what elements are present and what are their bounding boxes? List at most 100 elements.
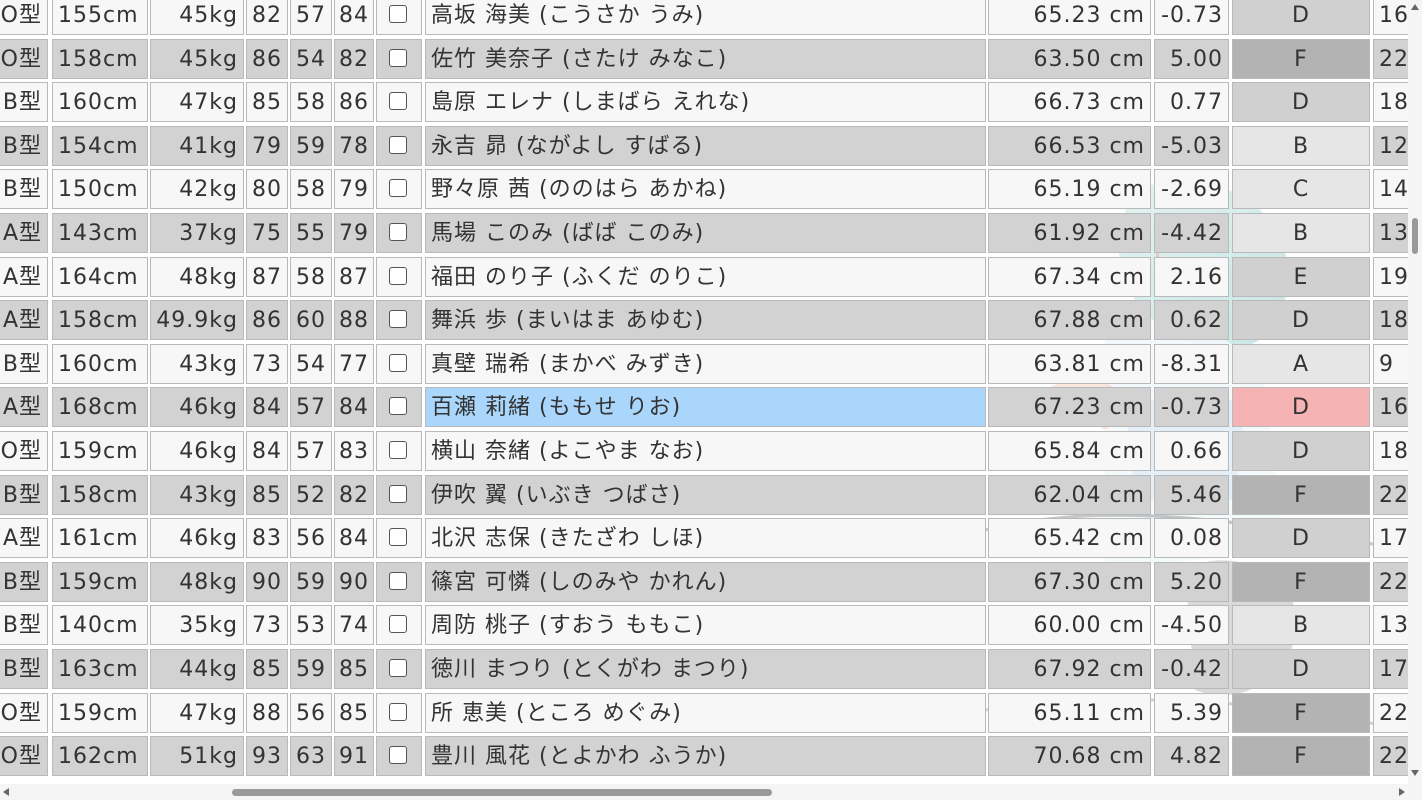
table-row[interactable]: A型 164cm 48kg 87 58 87 福田 のり子 (ふくだ のりこ) 67.34 c… <box>0 256 1408 301</box>
name-cell[interactable]: 馬場 このみ (ばば このみ) <box>425 213 986 253</box>
name-cell[interactable]: 野々原 茜 (ののはら あかね) <box>425 169 986 210</box>
checkbox-cell[interactable] <box>376 692 422 733</box>
horizontal-scroll-thumb[interactable] <box>232 789 772 796</box>
table-row[interactable]: A型 161cm 46kg 83 56 84 北沢 志保 (きたざわ しほ) 65.42 cm… <box>0 518 1408 562</box>
name-cell[interactable]: 島原 エレナ (しまばら えれな) <box>425 82 986 123</box>
scroll-up-arrow-icon[interactable] <box>1411 4 1419 10</box>
row-checkbox[interactable] <box>389 310 407 329</box>
table-row[interactable]: B型 160cm 43kg 73 54 77 真壁 瑞希 (まかべ みずき) 63.81 cm… <box>0 343 1408 388</box>
hip-cell: 87 <box>334 256 374 297</box>
table-row[interactable]: O型 159cm 46kg 84 57 83 横山 奈緒 (よこやま なお) 65.84 cm… <box>0 431 1408 475</box>
table-row[interactable]: A型 143cm 37kg 75 55 79 馬場 このみ (ばば このみ) 61.92 cm… <box>0 213 1408 257</box>
weight-cell: 43kg <box>150 474 244 515</box>
name-cell[interactable]: 北沢 志保 (きたざわ しほ) <box>425 518 986 559</box>
scroll-left-arrow-icon[interactable] <box>3 788 9 796</box>
name-cell[interactable]: 福田 のり子 (ふくだ のりこ) <box>425 256 986 297</box>
table-row[interactable]: O型 155cm 45kg 82 57 84 高坂 海美 (こうさか うみ) 65.23 cm… <box>0 0 1408 39</box>
row-checkbox[interactable] <box>389 179 407 198</box>
table-row[interactable]: B型 140cm 35kg 73 53 74 周防 桃子 (すおう ももこ) 60.00 cm… <box>0 605 1408 649</box>
name-cell[interactable]: 周防 桃子 (すおう ももこ) <box>425 605 986 646</box>
row-checkbox[interactable] <box>389 266 407 285</box>
horizontal-scrollbar[interactable] <box>0 784 1408 800</box>
extra-cell: 12 <box>1373 125 1408 166</box>
table-row[interactable]: A型 168cm 46kg 84 57 84 百瀬 莉緒 (ももせ りお) 67.23 cm -… <box>0 387 1408 431</box>
checkbox-cell[interactable] <box>376 0 422 35</box>
diff-cell: -0.73 <box>1154 0 1229 35</box>
height-cell: 163cm <box>52 649 148 689</box>
grade-cell: B <box>1232 213 1370 253</box>
bust-cell: 75 <box>246 213 288 253</box>
row-checkbox[interactable] <box>389 702 407 721</box>
weight-cell: 47kg <box>150 82 244 123</box>
checkbox-cell[interactable] <box>376 343 422 384</box>
bust-cell: 82 <box>246 0 288 35</box>
name-cell[interactable]: 舞浜 歩 (まいはま あゆむ) <box>425 300 986 341</box>
name-cell[interactable]: 永吉 昴 (ながよし すばる) <box>425 125 986 166</box>
vertical-scroll-thumb[interactable] <box>1412 218 1418 254</box>
row-checkbox[interactable] <box>389 441 407 459</box>
checkbox-cell[interactable] <box>376 300 422 341</box>
checkbox-cell[interactable] <box>376 605 422 646</box>
diff-cell: -0.73 <box>1154 387 1229 428</box>
name-cell[interactable]: 所 恵美 (ところ めぐみ) <box>425 692 986 733</box>
height-cell: 159cm <box>52 692 148 733</box>
name-cell[interactable]: 佐竹 美奈子 (さたけ みなこ) <box>425 38 986 79</box>
extra-cell: 22 <box>1373 561 1408 602</box>
measure-cell: 62.04 cm <box>988 474 1151 515</box>
table-row[interactable]: O型 158cm 45kg 86 54 82 佐竹 美奈子 (さたけ みなこ) 63.50 c… <box>0 38 1408 83</box>
grade-cell: B <box>1232 605 1370 646</box>
row-checkbox[interactable] <box>389 571 407 590</box>
checkbox-cell[interactable] <box>376 256 422 297</box>
vertical-scrollbar[interactable] <box>1408 0 1422 784</box>
row-checkbox[interactable] <box>389 353 407 372</box>
height-cell: 162cm <box>52 736 148 777</box>
row-checkbox[interactable] <box>389 615 407 634</box>
row-checkbox[interactable] <box>389 5 407 23</box>
table-row[interactable]: O型 162cm 51kg 93 63 91 豊川 風花 (とよかわ ふうか) 70.68 c… <box>0 736 1408 780</box>
table-row[interactable]: B型 163cm 44kg 85 59 85 徳川 まつり (とくがわ まつり) 67.92 … <box>0 649 1408 693</box>
checkbox-cell[interactable] <box>376 169 422 210</box>
blood-type-cell: B型 <box>0 82 48 123</box>
row-checkbox[interactable] <box>389 223 407 241</box>
row-checkbox[interactable] <box>389 397 407 416</box>
checkbox-cell[interactable] <box>376 125 422 166</box>
table-row[interactable]: B型 159cm 48kg 90 59 90 篠宮 可憐 (しのみや かれん) 67.30 c… <box>0 561 1408 606</box>
row-checkbox[interactable] <box>389 135 407 154</box>
name-cell[interactable]: 横山 奈緒 (よこやま なお) <box>425 431 986 471</box>
scroll-down-arrow-icon[interactable] <box>1411 770 1419 776</box>
name-cell[interactable]: 真壁 瑞希 (まかべ みずき) <box>425 343 986 384</box>
row-checkbox[interactable] <box>389 746 407 765</box>
name-cell[interactable]: 高坂 海美 (こうさか うみ) <box>425 0 986 35</box>
name-cell[interactable]: 徳川 まつり (とくがわ まつり) <box>425 649 986 689</box>
checkbox-cell[interactable] <box>376 474 422 515</box>
table-row[interactable]: A型 158cm 49.9kg 86 60 88 舞浜 歩 (まいはま あゆむ) 67.88 … <box>0 300 1408 344</box>
checkbox-cell[interactable] <box>376 387 422 428</box>
checkbox-cell[interactable] <box>376 561 422 602</box>
name-cell[interactable]: 篠宮 可憐 (しのみや かれん) <box>425 561 986 602</box>
row-checkbox[interactable] <box>389 659 407 677</box>
checkbox-cell[interactable] <box>376 213 422 253</box>
row-checkbox[interactable] <box>389 48 407 67</box>
blood-type-cell: O型 <box>0 431 48 471</box>
checkbox-cell[interactable] <box>376 431 422 471</box>
table-row[interactable]: B型 150cm 42kg 80 58 79 野々原 茜 (ののはら あかね) 65.19 c… <box>0 169 1408 213</box>
row-checkbox[interactable] <box>389 484 407 503</box>
blood-type-cell: B型 <box>0 649 48 689</box>
table-row[interactable]: O型 159cm 47kg 88 56 85 所 恵美 (ところ めぐみ) 65.11 cm 5… <box>0 692 1408 737</box>
checkbox-cell[interactable] <box>376 82 422 123</box>
checkbox-cell[interactable] <box>376 38 422 79</box>
checkbox-cell[interactable] <box>376 649 422 689</box>
row-checkbox[interactable] <box>389 528 407 547</box>
name-cell[interactable]: 伊吹 翼 (いぶき つばさ) <box>425 474 986 515</box>
checkbox-cell[interactable] <box>376 518 422 559</box>
table-row[interactable]: B型 158cm 43kg 85 52 82 伊吹 翼 (いぶき つばさ) 62.04 cm 5… <box>0 474 1408 519</box>
extra-cell: 22 <box>1373 474 1408 515</box>
scroll-right-arrow-icon[interactable] <box>1399 788 1405 796</box>
name-cell[interactable]: 百瀬 莉緒 (ももせ りお) <box>425 387 986 428</box>
row-checkbox[interactable] <box>389 92 407 111</box>
hip-cell: 86 <box>334 82 374 123</box>
table-row[interactable]: B型 160cm 47kg 85 58 86 島原 エレナ (しまばら えれな) 66.73 … <box>0 82 1408 126</box>
table-row[interactable]: B型 154cm 41kg 79 59 78 永吉 昴 (ながよし すばる) 66.53 cm… <box>0 125 1408 170</box>
checkbox-cell[interactable] <box>376 736 422 777</box>
name-cell[interactable]: 豊川 風花 (とよかわ ふうか) <box>425 736 986 777</box>
